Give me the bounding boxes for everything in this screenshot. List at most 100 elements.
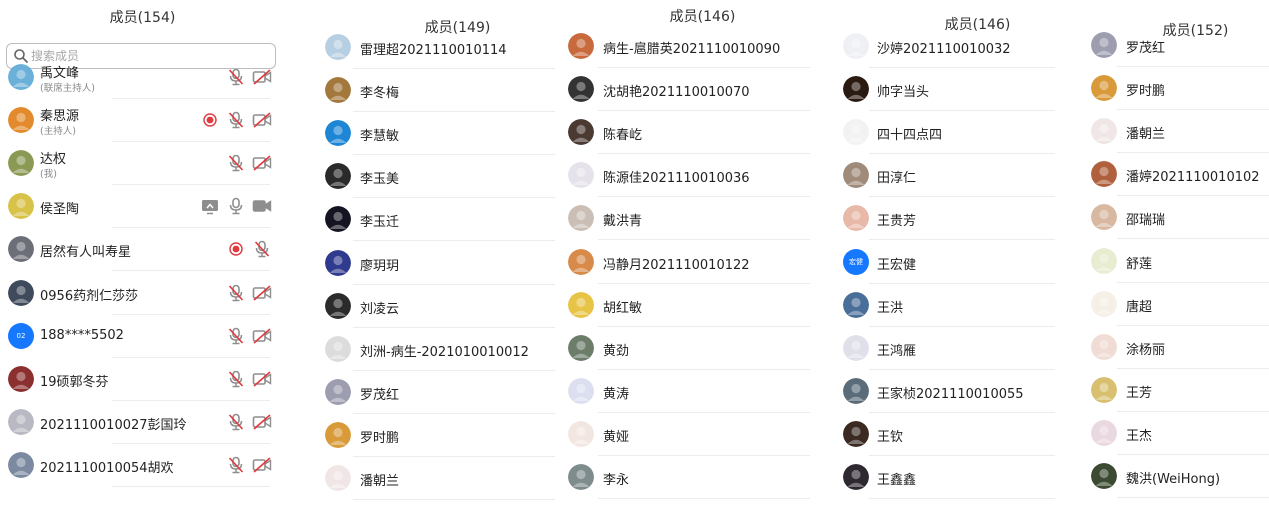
- microphone-icon[interactable]: [226, 197, 246, 215]
- member-row[interactable]: 王杰: [1083, 412, 1269, 455]
- member-name: 舒莲: [1126, 257, 1153, 272]
- microphone-muted-icon[interactable]: [226, 327, 246, 345]
- member-row[interactable]: 秦思源 (主持人): [0, 99, 285, 142]
- avatar: [568, 335, 594, 361]
- member-row[interactable]: 雷理超2021110010114: [315, 26, 560, 69]
- row-divider: [1117, 497, 1269, 498]
- member-row[interactable]: 2021110010054胡欢: [0, 444, 285, 487]
- member-name: 秦思源: [40, 109, 80, 124]
- recording-icon[interactable]: [226, 240, 246, 258]
- member-row[interactable]: 病生-扈腊英2021110010090: [560, 25, 815, 68]
- member-name: 王芳: [1126, 386, 1153, 401]
- member-row[interactable]: 潘朝兰: [1083, 110, 1269, 153]
- avatar: [843, 205, 869, 231]
- member-row[interactable]: 2021110010027彭国玲: [0, 401, 285, 444]
- member-row[interactable]: 舒莲: [1083, 240, 1269, 283]
- member-row[interactable]: 李玉美: [315, 155, 560, 198]
- member-row[interactable]: 王芳: [1083, 369, 1269, 412]
- microphone-muted-icon[interactable]: [252, 240, 272, 258]
- member-row[interactable]: 李冬梅: [315, 69, 560, 112]
- member-name: 李永: [603, 473, 630, 488]
- member-row[interactable]: 戴洪青: [560, 197, 815, 240]
- member-row[interactable]: 陈源佳2021110010036: [560, 154, 815, 197]
- avatar: [568, 33, 594, 59]
- member-row[interactable]: 王鑫鑫: [835, 456, 1060, 499]
- member-row[interactable]: 王家桢2021110010055: [835, 370, 1060, 413]
- camera-off-icon[interactable]: [252, 154, 272, 172]
- avatar: [1091, 248, 1117, 274]
- member-row[interactable]: 罗茂红: [1083, 24, 1269, 67]
- microphone-muted-icon[interactable]: [226, 68, 246, 86]
- member-row[interactable]: 邵瑞瑞: [1083, 196, 1269, 239]
- member-row[interactable]: 李慧敏: [315, 112, 560, 155]
- member-name: 刘凌云: [360, 302, 400, 317]
- camera-off-icon[interactable]: [252, 284, 272, 302]
- member-row[interactable]: 王洪: [835, 284, 1060, 327]
- member-row[interactable]: 沈胡艳2021110010070: [560, 68, 815, 111]
- member-row[interactable]: 黄涛: [560, 370, 815, 413]
- member-row[interactable]: 陈春屹: [560, 111, 815, 154]
- member-name: 陈源佳2021110010036: [603, 171, 750, 186]
- member-row[interactable]: 罗时鹏: [315, 414, 560, 457]
- member-name: 罗时鹏: [360, 431, 400, 446]
- microphone-muted-icon[interactable]: [226, 370, 246, 388]
- camera-off-icon[interactable]: [252, 68, 272, 86]
- member-row[interactable]: 魏洪(WeiHong): [1083, 455, 1269, 498]
- member-row[interactable]: 19硕郭冬芬: [0, 358, 285, 401]
- member-row[interactable]: 刘洲-病生-2021010010012: [315, 328, 560, 371]
- member-row[interactable]: 潘朝兰: [315, 457, 560, 500]
- screen-share-icon[interactable]: [200, 197, 220, 215]
- microphone-muted-icon[interactable]: [226, 413, 246, 431]
- member-row[interactable]: 四十四点四: [835, 111, 1060, 154]
- camera-off-icon[interactable]: [252, 327, 272, 345]
- member-row[interactable]: 02 188****5502: [0, 315, 285, 358]
- camera-icon[interactable]: [252, 197, 272, 215]
- member-row[interactable]: 王钦: [835, 413, 1060, 456]
- member-row[interactable]: 居然有人叫寿星: [0, 228, 285, 271]
- avatar: [8, 409, 34, 435]
- member-row[interactable]: 罗时鹏: [1083, 67, 1269, 110]
- member-row[interactable]: 潘婷2021110010102: [1083, 153, 1269, 196]
- member-row[interactable]: 田淳仁: [835, 154, 1060, 197]
- member-row[interactable]: 廖玥玥: [315, 242, 560, 285]
- member-name: 达权: [40, 152, 67, 167]
- microphone-muted-icon[interactable]: [226, 456, 246, 474]
- member-name: 黄涛: [603, 387, 630, 402]
- member-row[interactable]: 沙婷2021110010032: [835, 25, 1060, 68]
- avatar: [1091, 420, 1117, 446]
- member-row[interactable]: 冯静月2021110010122: [560, 241, 815, 284]
- camera-off-icon[interactable]: [252, 370, 272, 388]
- member-name: 王洪: [877, 301, 904, 316]
- microphone-muted-icon[interactable]: [226, 284, 246, 302]
- member-name: 潘婷2021110010102: [1126, 170, 1260, 185]
- microphone-muted-icon[interactable]: [226, 154, 246, 172]
- avatar: [325, 293, 351, 319]
- member-row[interactable]: 宏健 王宏健: [835, 241, 1060, 284]
- member-row[interactable]: 黄劲: [560, 327, 815, 370]
- row-divider: [112, 486, 270, 487]
- recording-icon[interactable]: [200, 111, 220, 129]
- member-row[interactable]: 达权 (我): [0, 142, 285, 185]
- camera-off-icon[interactable]: [252, 111, 272, 129]
- member-row[interactable]: 李永: [560, 456, 815, 499]
- camera-off-icon[interactable]: [252, 413, 272, 431]
- microphone-muted-icon[interactable]: [226, 111, 246, 129]
- member-name: 田淳仁: [877, 171, 917, 186]
- camera-off-icon[interactable]: [252, 456, 272, 474]
- member-row[interactable]: 0956药剂仁莎莎: [0, 272, 285, 315]
- row-divider: [353, 240, 555, 241]
- member-row[interactable]: 唐超: [1083, 283, 1269, 326]
- member-row[interactable]: 罗茂红: [315, 371, 560, 414]
- member-row[interactable]: 黄娅: [560, 413, 815, 456]
- member-row[interactable]: 刘凌云: [315, 285, 560, 328]
- member-name: 廖玥玥: [360, 259, 400, 274]
- member-row[interactable]: 帅字当头: [835, 68, 1060, 111]
- member-row[interactable]: 王贵芳: [835, 197, 1060, 240]
- member-row[interactable]: 涂杨丽: [1083, 326, 1269, 369]
- member-row[interactable]: 侯圣陶: [0, 185, 285, 228]
- member-row[interactable]: 禹文峰 (联席主持人): [0, 56, 285, 99]
- avatar: [843, 76, 869, 102]
- member-row[interactable]: 王鸿雁: [835, 327, 1060, 370]
- member-row[interactable]: 李玉迁: [315, 198, 560, 241]
- member-row[interactable]: 胡红敏: [560, 284, 815, 327]
